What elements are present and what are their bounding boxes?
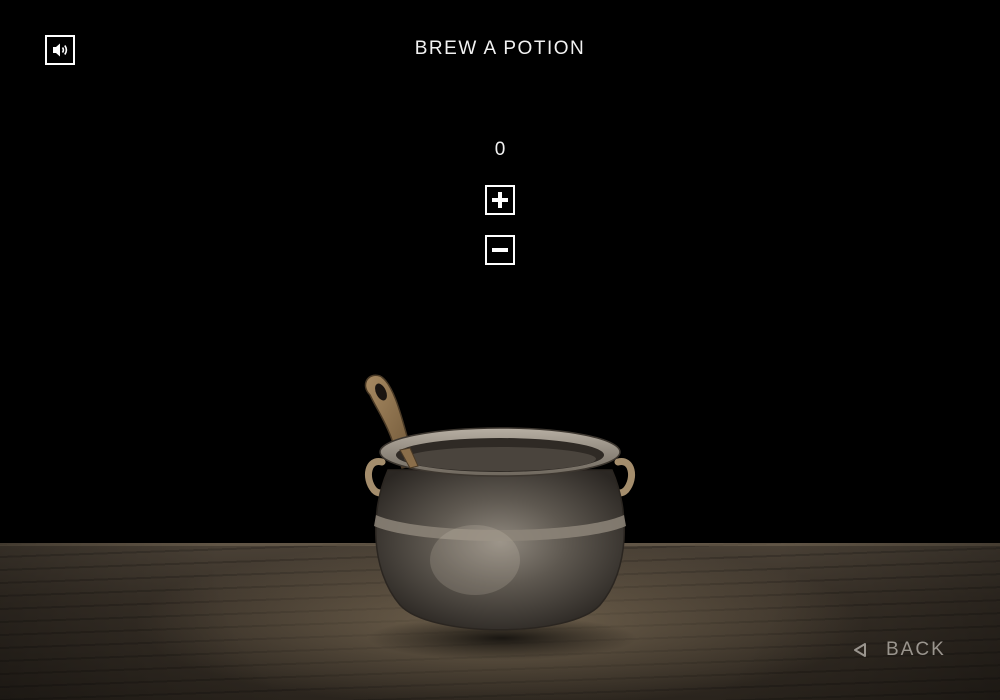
decrement-button[interactable] bbox=[485, 235, 515, 265]
minus-icon bbox=[492, 248, 508, 252]
sound-toggle-button[interactable] bbox=[45, 35, 75, 65]
increment-button[interactable] bbox=[485, 185, 515, 215]
triangle-left-icon bbox=[854, 643, 866, 657]
back-label: BACK bbox=[886, 639, 946, 660]
game-stage: BREW A POTION 0 BACK bbox=[0, 0, 1000, 700]
ingredient-counter: 0 bbox=[494, 139, 506, 160]
plus-icon bbox=[492, 192, 508, 208]
back-button[interactable]: BACK bbox=[852, 638, 946, 662]
speaker-volume-icon bbox=[53, 43, 68, 57]
cauldron bbox=[364, 374, 637, 660]
page-title: BREW A POTION bbox=[414, 38, 586, 59]
